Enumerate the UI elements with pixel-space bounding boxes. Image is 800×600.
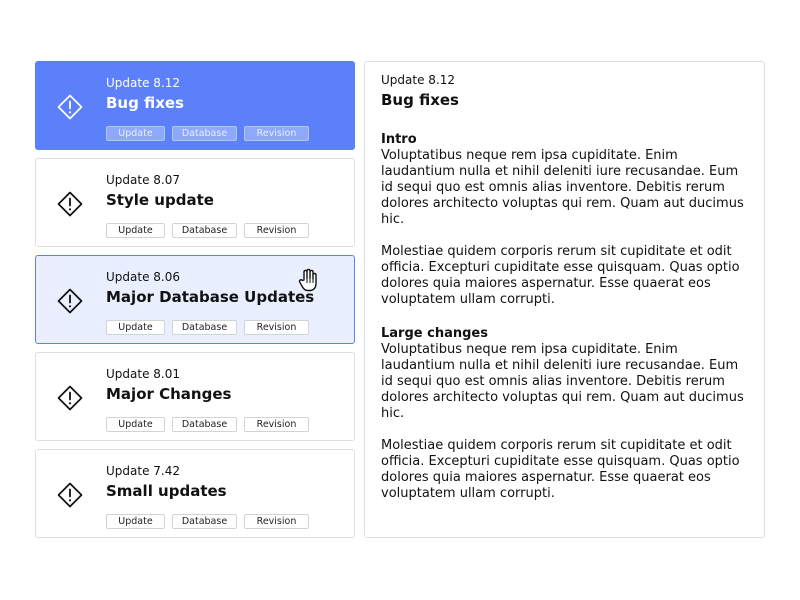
tag-revision[interactable]: Revision [244, 223, 309, 238]
warning-diamond-icon [57, 94, 83, 120]
tag-revision[interactable]: Revision [244, 417, 309, 432]
section-heading: Large changes [381, 326, 488, 341]
section-heading: Intro [381, 132, 417, 147]
tag-update[interactable]: Update [106, 417, 165, 432]
section-paragraph: Molestiae quidem corporis rerum sit cupi… [381, 244, 740, 307]
tag-update[interactable]: Update [106, 320, 165, 335]
tag-group: Update Database Revision [106, 417, 309, 432]
detail-title: Bug fixes [381, 91, 459, 109]
tag-revision[interactable]: Revision [244, 320, 309, 335]
section-paragraph: Voluptatibus neque rem ipsa cupiditate. … [381, 342, 744, 421]
tag-database[interactable]: Database [172, 417, 237, 432]
section-paragraph: Molestiae quidem corporis rerum sit cupi… [381, 438, 740, 501]
hand-pointer-cursor-icon [298, 268, 317, 292]
update-card[interactable]: Update 8.07 Style update Update Database… [35, 158, 355, 247]
tag-database[interactable]: Database [172, 126, 237, 141]
warning-diamond-icon [57, 482, 83, 508]
update-version: Update 8.01 [106, 367, 180, 381]
tag-update[interactable]: Update [106, 126, 165, 141]
update-version: Update 8.07 [106, 173, 180, 187]
update-card[interactable]: Update 8.01 Major Changes Update Databas… [35, 352, 355, 441]
update-version: Update 7.42 [106, 464, 180, 478]
update-title: Bug fixes [106, 94, 184, 112]
update-list: Update 8.12 Bug fixes Update Database Re… [35, 61, 355, 546]
warning-diamond-icon [57, 191, 83, 217]
warning-diamond-icon [57, 288, 83, 314]
tag-revision[interactable]: Revision [244, 514, 309, 529]
update-card[interactable]: Update 8.06 Major Database Updates Updat… [35, 255, 355, 344]
tag-group: Update Database Revision [106, 126, 309, 141]
tag-group: Update Database Revision [106, 320, 309, 335]
update-title: Major Changes [106, 385, 232, 403]
update-detail-panel: Update 8.12 Bug fixes Intro Voluptatibus… [364, 61, 765, 538]
update-version: Update 8.06 [106, 270, 180, 284]
update-title: Small updates [106, 482, 227, 500]
update-card[interactable]: Update 8.12 Bug fixes Update Database Re… [35, 61, 355, 150]
tag-revision[interactable]: Revision [244, 126, 309, 141]
tag-database[interactable]: Database [172, 320, 237, 335]
tag-database[interactable]: Database [172, 223, 237, 238]
tag-group: Update Database Revision [106, 223, 309, 238]
tag-group: Update Database Revision [106, 514, 309, 529]
tag-update[interactable]: Update [106, 223, 165, 238]
detail-version: Update 8.12 [381, 73, 455, 87]
update-title: Style update [106, 191, 214, 209]
tag-update[interactable]: Update [106, 514, 165, 529]
warning-diamond-icon [57, 385, 83, 411]
update-title: Major Database Updates [106, 288, 315, 306]
update-card[interactable]: Update 7.42 Small updates Update Databas… [35, 449, 355, 538]
update-version: Update 8.12 [106, 76, 180, 90]
section-paragraph: Voluptatibus neque rem ipsa cupiditate. … [381, 148, 744, 227]
tag-database[interactable]: Database [172, 514, 237, 529]
